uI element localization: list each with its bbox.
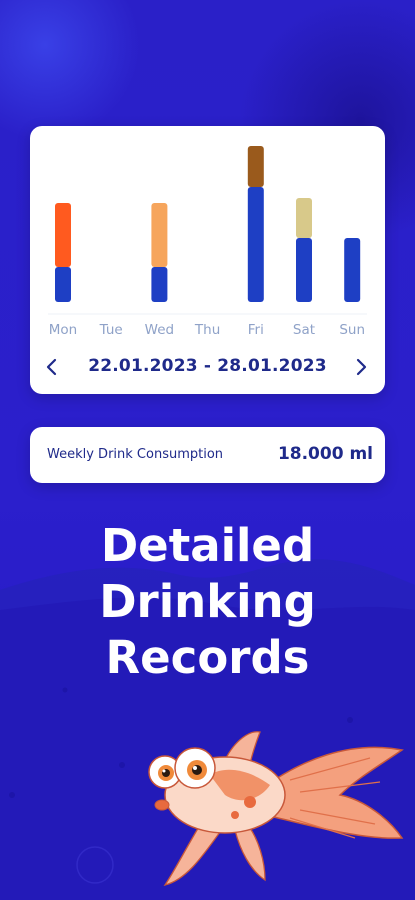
bar-wed-segment-2 xyxy=(151,203,168,267)
week-range-label: 22.01.2023 - 28.01.2023 xyxy=(88,356,327,376)
x-tick-sat: Sat xyxy=(293,322,315,338)
bar-wed-segment-1 xyxy=(151,267,168,302)
bar-sat-segment-1 xyxy=(296,238,312,302)
bar-mon-segment-2 xyxy=(55,203,71,267)
headline-line-2: Drinking xyxy=(99,575,316,628)
goldfish-illustration xyxy=(148,731,404,887)
summary-label: Weekly Drink Consumption xyxy=(47,447,224,462)
x-tick-mon: Mon xyxy=(49,322,77,338)
x-tick-tue: Tue xyxy=(99,322,123,338)
weekly-summary-card: Weekly Drink Consumption 18.000 ml xyxy=(30,427,385,483)
weekly-chart-card: Mon Tue Wed Thu Fri Sat Sun 22.01.2023 - 28.01… xyxy=(30,126,385,394)
x-tick-sun: Sun xyxy=(339,322,365,338)
bar-sun-segment-1 xyxy=(344,238,361,302)
chevron-right-icon[interactable] xyxy=(347,352,375,382)
headline-line-1: Detailed xyxy=(100,519,315,572)
summary-value: 18.000 ml xyxy=(277,444,373,464)
bar-sat-segment-2 xyxy=(296,198,312,238)
bar-fri-segment-2 xyxy=(247,146,264,187)
x-tick-fri: Fri xyxy=(248,322,264,338)
headline: Detailed Drinking Records xyxy=(0,518,415,686)
x-tick-thu: Thu xyxy=(194,322,220,338)
stacked-bar-chart: Mon Tue Wed Thu Fri Sat Sun xyxy=(48,146,367,338)
x-tick-wed: Wed xyxy=(145,322,174,338)
headline-line-3: Records xyxy=(105,631,310,684)
bar-mon-segment-1 xyxy=(55,267,71,302)
bar-fri-segment-1 xyxy=(247,187,264,302)
